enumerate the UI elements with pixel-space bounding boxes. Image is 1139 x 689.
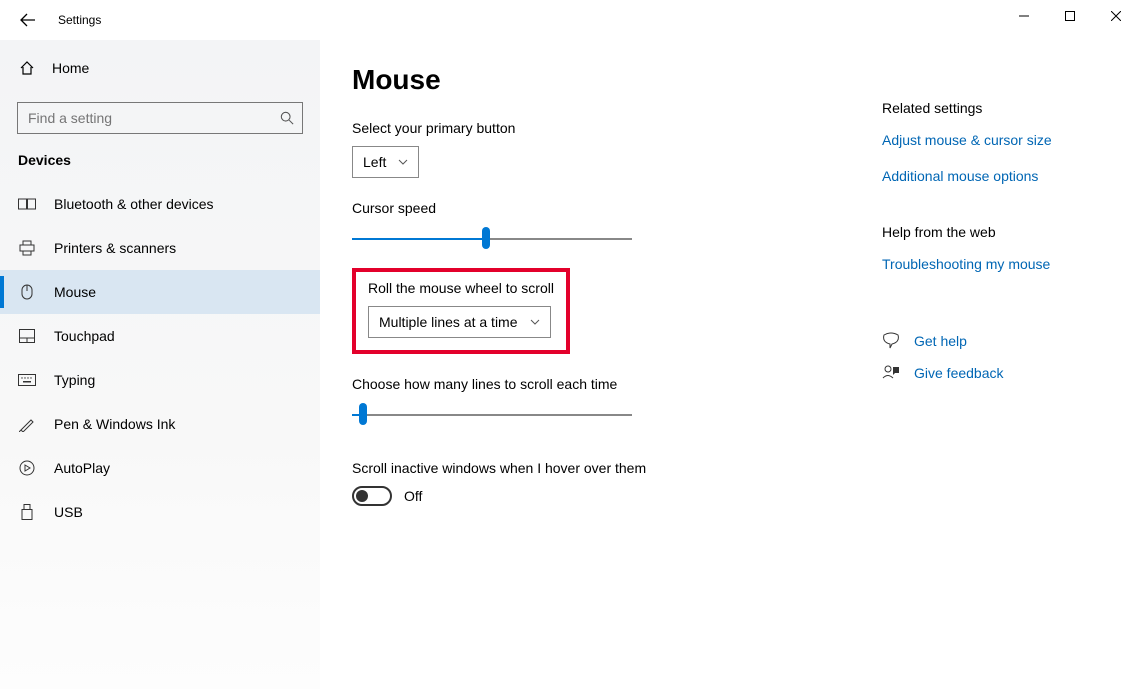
sidebar-item-label: Pen & Windows Ink bbox=[54, 416, 175, 432]
toggle-state: Off bbox=[404, 488, 422, 504]
get-help-link[interactable]: Get help bbox=[914, 333, 967, 349]
scroll-mode-value: Multiple lines at a time bbox=[379, 314, 518, 330]
sidebar-item-label: Bluetooth & other devices bbox=[54, 196, 214, 212]
sidebar-item-autoplay[interactable]: AutoPlay bbox=[0, 446, 320, 490]
troubleshooting-link[interactable]: Troubleshooting my mouse bbox=[882, 256, 1052, 272]
sidebar-item-label: Printers & scanners bbox=[54, 240, 176, 256]
sidebar-item-bluetooth[interactable]: Bluetooth & other devices bbox=[0, 182, 320, 226]
right-column: Related settings Adjust mouse & cursor s… bbox=[842, 58, 1052, 689]
back-button[interactable] bbox=[8, 0, 48, 40]
pen-icon bbox=[18, 415, 36, 433]
scroll-mode-dropdown[interactable]: Multiple lines at a time bbox=[368, 306, 551, 338]
search-icon bbox=[280, 111, 294, 125]
page-title: Mouse bbox=[352, 64, 842, 96]
close-button[interactable] bbox=[1093, 0, 1139, 32]
additional-options-link[interactable]: Additional mouse options bbox=[882, 168, 1052, 184]
slider-thumb[interactable] bbox=[359, 403, 367, 425]
scroll-mode-label: Roll the mouse wheel to scroll bbox=[368, 280, 554, 296]
arrow-left-icon bbox=[20, 12, 36, 28]
cursor-speed-slider[interactable] bbox=[352, 226, 632, 250]
primary-button-value: Left bbox=[363, 154, 386, 170]
sidebar-item-pen[interactable]: Pen & Windows Ink bbox=[0, 402, 320, 446]
maximize-button[interactable] bbox=[1047, 0, 1093, 32]
minimize-icon bbox=[1019, 11, 1029, 21]
chevron-down-icon bbox=[398, 159, 408, 165]
inactive-windows-label: Scroll inactive windows when I hover ove… bbox=[352, 460, 842, 476]
mouse-icon bbox=[18, 283, 36, 301]
highlighted-section: Roll the mouse wheel to scroll Multiple … bbox=[352, 268, 570, 354]
search-box[interactable] bbox=[17, 102, 303, 134]
minimize-button[interactable] bbox=[1001, 0, 1047, 32]
related-settings-head: Related settings bbox=[882, 100, 1052, 116]
titlebar: Settings bbox=[0, 0, 1139, 40]
autoplay-icon bbox=[18, 459, 36, 477]
usb-icon bbox=[18, 503, 36, 521]
home-label: Home bbox=[52, 60, 89, 76]
adjust-mouse-link[interactable]: Adjust mouse & cursor size bbox=[882, 132, 1052, 148]
sidebar: Home Devices Bluetooth & other devices P… bbox=[0, 40, 320, 689]
bluetooth-icon bbox=[18, 195, 36, 213]
slider-thumb[interactable] bbox=[482, 227, 490, 249]
maximize-icon bbox=[1065, 11, 1075, 21]
touchpad-icon bbox=[18, 327, 36, 345]
sidebar-item-touchpad[interactable]: Touchpad bbox=[0, 314, 320, 358]
sidebar-item-printers[interactable]: Printers & scanners bbox=[0, 226, 320, 270]
window-controls bbox=[1001, 0, 1139, 32]
sidebar-item-mouse[interactable]: Mouse bbox=[0, 270, 320, 314]
keyboard-icon bbox=[18, 371, 36, 389]
chevron-down-icon bbox=[530, 319, 540, 325]
close-icon bbox=[1111, 11, 1121, 21]
get-help-icon bbox=[882, 332, 900, 350]
lines-label: Choose how many lines to scroll each tim… bbox=[352, 376, 842, 392]
main-column: Mouse Select your primary button Left Cu… bbox=[352, 58, 842, 689]
search-input[interactable] bbox=[26, 109, 280, 127]
home-button[interactable]: Home bbox=[0, 48, 320, 88]
feedback-icon bbox=[882, 364, 900, 382]
sidebar-item-usb[interactable]: USB bbox=[0, 490, 320, 534]
primary-button-label: Select your primary button bbox=[352, 120, 842, 136]
cursor-speed-label: Cursor speed bbox=[352, 200, 842, 216]
sidebar-item-label: Touchpad bbox=[54, 328, 115, 344]
sidebar-item-label: Mouse bbox=[54, 284, 96, 300]
lines-slider[interactable] bbox=[352, 402, 632, 426]
inactive-windows-toggle[interactable] bbox=[352, 486, 392, 506]
help-head: Help from the web bbox=[882, 224, 1052, 240]
primary-button-dropdown[interactable]: Left bbox=[352, 146, 419, 178]
window-title: Settings bbox=[58, 13, 101, 27]
sidebar-item-label: USB bbox=[54, 504, 83, 520]
printer-icon bbox=[18, 239, 36, 257]
give-feedback-link[interactable]: Give feedback bbox=[914, 365, 1004, 381]
category-header: Devices bbox=[0, 152, 320, 182]
home-icon bbox=[18, 59, 36, 77]
sidebar-item-label: Typing bbox=[54, 372, 95, 388]
sidebar-item-typing[interactable]: Typing bbox=[0, 358, 320, 402]
sidebar-item-label: AutoPlay bbox=[54, 460, 110, 476]
